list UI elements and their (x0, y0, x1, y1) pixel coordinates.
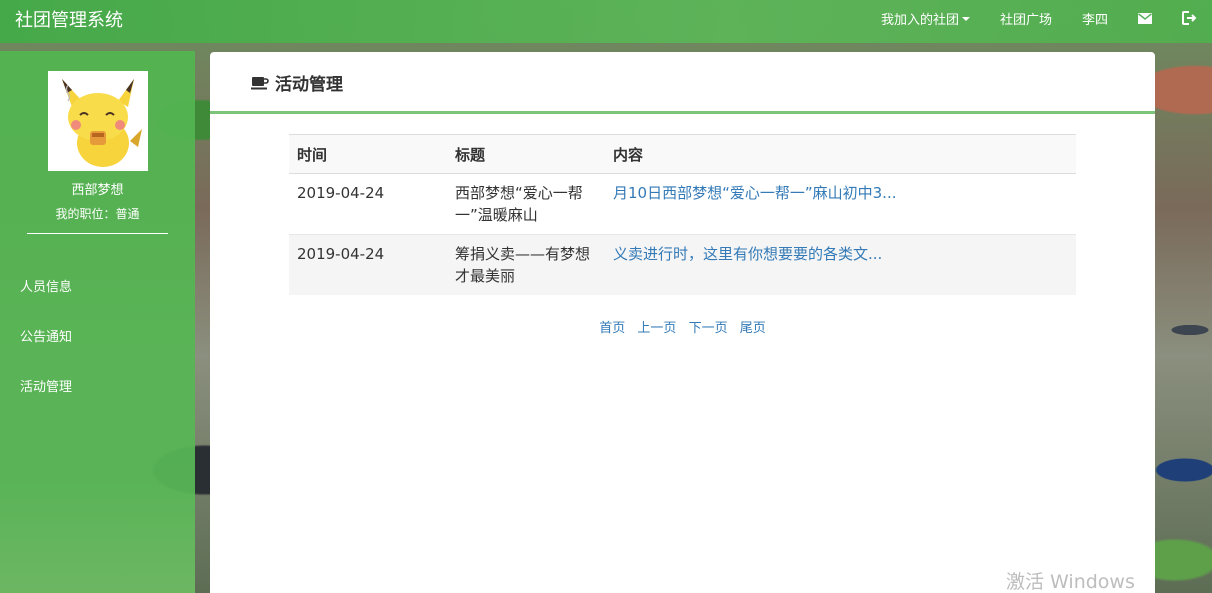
sidebar: 西部梦想 我的职位：普通 人员信息 公告通知 活动管理 (0, 51, 195, 593)
coffee-cup-icon (251, 76, 269, 90)
column-header-time: 时间 (289, 134, 447, 174)
row-title: 西部梦想“爱心一帮一”温暖麻山 (447, 173, 605, 235)
sidebar-divider (27, 233, 168, 234)
profile-name: 西部梦想 (71, 183, 124, 198)
pager-prev[interactable]: 上一页 (637, 321, 676, 336)
pager-last[interactable]: 尾页 (740, 321, 766, 336)
profile-role: 我的职位：普通 (55, 207, 140, 221)
club-square-link[interactable]: 社团广场 (985, 0, 1067, 36)
activate-windows-watermark: 激活 Windows (1006, 571, 1135, 593)
main-panel: 活动管理 时间 标题 内容 2019-04-24 西部梦想“爱心一帮一”温暖麻山… (210, 52, 1155, 593)
user-name-link[interactable]: 李四 (1067, 0, 1123, 36)
caret-down-icon (961, 17, 970, 21)
table-row: 2019-04-24 西部梦想“爱心一帮一”温暖麻山 月10日西部梦想“爱心一帮… (289, 173, 1076, 235)
pager-first[interactable]: 首页 (599, 321, 625, 336)
sidebar-item-activities[interactable]: 活动管理 (0, 363, 195, 413)
column-header-title: 标题 (447, 134, 605, 174)
page-title: 活动管理 (251, 70, 343, 95)
row-title: 筹捐义卖——有梦想才最美丽 (447, 234, 605, 295)
my-clubs-label: 我加入的社团 (880, 12, 959, 28)
sidebar-item-notices[interactable]: 公告通知 (0, 313, 195, 363)
nav-right: 我加入的社团 社团广场 李四 (866, 0, 1212, 36)
row-content-link[interactable]: 月10日西部梦想“爱心一帮一”麻山初中3... (613, 184, 896, 202)
my-clubs-dropdown[interactable]: 我加入的社团 (866, 0, 985, 36)
envelope-icon[interactable] (1123, 0, 1167, 36)
table-header-row: 时间 标题 内容 (289, 134, 1076, 174)
avatar (48, 71, 148, 171)
pager-next[interactable]: 下一页 (689, 321, 728, 336)
activity-table: 时间 标题 内容 2019-04-24 西部梦想“爱心一帮一”温暖麻山 月10日… (289, 134, 1076, 295)
column-header-content: 内容 (605, 134, 1076, 174)
top-navbar: 社团管理系统 我加入的社团 社团广场 李四 (0, 0, 1212, 43)
logout-icon[interactable] (1167, 0, 1212, 36)
app-title[interactable]: 社团管理系统 (15, 6, 123, 32)
table-row: 2019-04-24 筹捐义卖——有梦想才最美丽 义卖进行时，这里有你想要要的各… (289, 234, 1076, 295)
page-title-text: 活动管理 (275, 75, 343, 95)
row-time: 2019-04-24 (289, 173, 447, 235)
sidebar-menu: 人员信息 公告通知 活动管理 (0, 263, 195, 413)
row-content-cell: 月10日西部梦想“爱心一帮一”麻山初中3... (605, 173, 1076, 235)
pagination: 首页 上一页 下一页 尾页 (210, 317, 1155, 336)
row-content-link[interactable]: 义卖进行时，这里有你想要要的各类文... (613, 245, 882, 263)
row-content-cell: 义卖进行时，这里有你想要要的各类文... (605, 234, 1076, 295)
row-time: 2019-04-24 (289, 234, 447, 295)
sidebar-item-members[interactable]: 人员信息 (0, 263, 195, 313)
panel-heading: 活动管理 (210, 52, 1155, 114)
